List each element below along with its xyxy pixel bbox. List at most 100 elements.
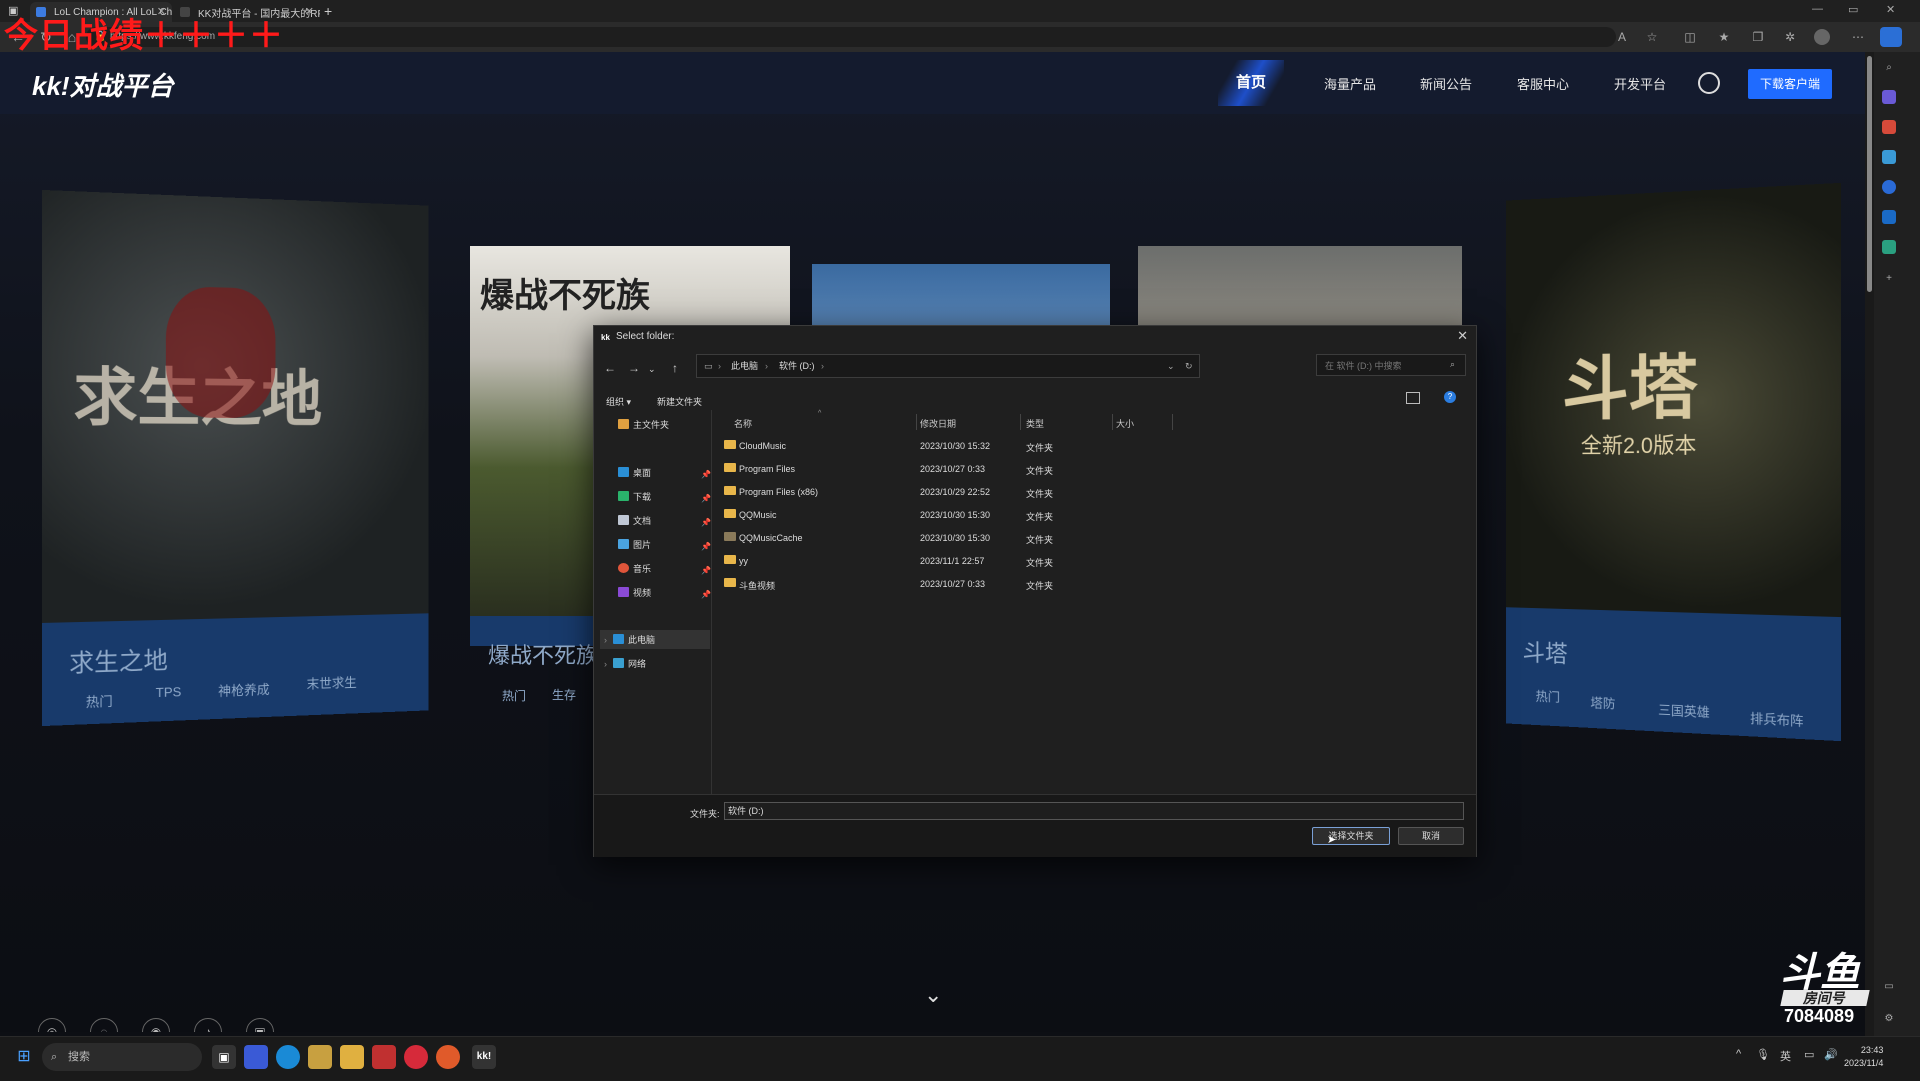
tiktok-icon[interactable]: ♪ <box>194 1018 222 1032</box>
dialog-forward-icon[interactable]: → <box>628 361 640 375</box>
cancel-button[interactable]: 取消 <box>1398 827 1464 845</box>
nav-support[interactable]: 客服中心 <box>1517 74 1569 93</box>
close-window-icon[interactable]: ✕ <box>1886 3 1895 16</box>
split-screen-icon[interactable]: ◫ <box>1682 29 1698 45</box>
minimize-icon[interactable]: — <box>1812 3 1823 15</box>
file-row[interactable]: Program Files 2023/10/27 0:33 文件夹 <box>724 458 1464 481</box>
scroll-down-chevron-icon[interactable]: ⌄ <box>924 982 942 1008</box>
breadcrumb-this-pc[interactable]: 此电脑 <box>731 355 758 377</box>
url-bar[interactable]: 🔒 https://www.kkfeng.com <box>86 27 1616 47</box>
dialog-close-icon[interactable]: ✕ <box>1457 328 1468 344</box>
new-folder-button[interactable]: 新建文件夹 <box>657 395 702 408</box>
sidebar-games-icon[interactable] <box>1882 180 1896 194</box>
column-header-name[interactable]: 名称 <box>734 417 752 430</box>
column-header-type[interactable]: 类型 <box>1026 417 1044 430</box>
column-divider[interactable] <box>1172 414 1173 430</box>
wechat-icon[interactable]: ◎ <box>38 1018 66 1032</box>
column-divider[interactable] <box>916 414 917 430</box>
column-header-modified[interactable]: 修改日期 <box>920 417 956 430</box>
view-options-icon[interactable] <box>1406 392 1420 404</box>
network-icon[interactable]: ▭ <box>1804 1048 1814 1061</box>
nav-home[interactable]: 首页 <box>1218 60 1284 106</box>
search-input[interactable]: 在 软件 (D:) 中搜索 <box>1316 354 1466 376</box>
kk-platform-icon[interactable]: kk! <box>472 1045 496 1069</box>
sidebar-outlook-icon[interactable] <box>1882 210 1896 224</box>
game-card-5[interactable]: 斗塔 全新2.0版本 斗塔 热门 塔防 三国英雄 排兵布阵 <box>1506 183 1841 741</box>
file-row[interactable]: 斗鱼视频 2023/10/27 0:33 文件夹 <box>724 573 1464 596</box>
sidebar-item-this-pc[interactable]: › 此电脑 <box>604 631 655 649</box>
file-row[interactable]: CloudMusic 2023/10/30 15:32 文件夹 <box>724 435 1464 458</box>
file-row[interactable]: Program Files (x86) 2023/10/29 22:52 文件夹 <box>724 481 1464 504</box>
breadcrumb-drive-d[interactable]: 软件 (D:) <box>779 355 815 377</box>
download-client-button[interactable]: 下载客户端 <box>1748 69 1832 99</box>
expand-chevron-icon[interactable]: › <box>604 659 607 669</box>
widgets-icon[interactable] <box>244 1045 268 1069</box>
sidebar-item-network[interactable]: › 网络 <box>604 655 646 673</box>
microphone-icon[interactable]: 🎙 <box>1756 1048 1770 1061</box>
select-folder-button[interactable]: 选择文件夹 <box>1312 827 1390 845</box>
column-divider[interactable] <box>1020 414 1021 430</box>
path-dropdown-icon[interactable]: ⌄ <box>1167 355 1175 377</box>
sidebar-send-icon[interactable] <box>1882 240 1896 254</box>
nav-products[interactable]: 海量产品 <box>1324 74 1376 93</box>
favorites-icon[interactable]: ★ <box>1716 29 1732 45</box>
sidebar-add-icon[interactable]: + <box>1882 272 1896 286</box>
site-logo[interactable]: kk!对战平台 <box>32 66 174 103</box>
close-tab-icon[interactable]: ✕ <box>305 5 314 18</box>
extensions-icon[interactable]: ✲ <box>1782 29 1798 45</box>
column-divider[interactable] <box>1112 414 1113 430</box>
file-row[interactable]: yy 2023/11/1 22:57 文件夹 <box>724 550 1464 573</box>
column-header-size[interactable]: 大小 <box>1116 417 1134 430</box>
help-icon[interactable]: ? <box>1444 391 1456 403</box>
favorite-star-icon[interactable]: ☆ <box>1644 29 1660 45</box>
path-breadcrumb[interactable]: ▭ › 此电脑 › 软件 (D:) › ⌄ ↻ <box>696 354 1200 378</box>
task-view-icon[interactable]: ▣ <box>212 1045 236 1069</box>
sidebar-settings-icon[interactable]: ⚙ <box>1882 1012 1896 1026</box>
sidebar-app-icon[interactable] <box>1882 90 1896 104</box>
app-icon[interactable] <box>436 1045 460 1069</box>
read-aloud-icon[interactable]: A <box>1614 29 1630 45</box>
taskbar-clock[interactable]: 23:43 2023/11/4 <box>1844 1044 1883 1070</box>
new-tab-icon[interactable]: + <box>324 3 332 19</box>
ime-indicator[interactable]: 英 <box>1780 1048 1791 1064</box>
nav-dev-platform[interactable]: 开发平台 <box>1614 74 1666 93</box>
maximize-icon[interactable]: ▭ <box>1848 3 1858 16</box>
sidebar-item-videos[interactable]: 视频 <box>618 584 651 602</box>
collections-icon[interactable]: ❐ <box>1750 29 1766 45</box>
netease-music-icon[interactable] <box>404 1045 428 1069</box>
sidebar-layout-icon[interactable]: ▭ <box>1882 980 1896 994</box>
scrollbar-thumb[interactable] <box>1867 56 1872 292</box>
taskbar-search[interactable]: ⌕ 搜索 <box>42 1043 202 1071</box>
sidebar-item-documents[interactable]: 文档 <box>618 512 651 530</box>
edge-icon[interactable] <box>276 1045 300 1069</box>
sidebar-tools-icon[interactable] <box>1882 150 1896 164</box>
tray-overflow-icon[interactable]: ^ <box>1736 1048 1741 1060</box>
recent-locations-icon[interactable]: ⌄ <box>648 364 656 375</box>
copilot-icon[interactable] <box>1880 27 1902 47</box>
refresh-icon[interactable]: ↻ <box>1185 355 1193 377</box>
sidebar-item-desktop[interactable]: 桌面 <box>618 464 651 482</box>
sidebar-item-home[interactable]: 主文件夹 <box>618 416 669 434</box>
expand-chevron-icon[interactable]: › <box>604 635 607 645</box>
sidebar-item-music[interactable]: 音乐 <box>618 560 651 578</box>
weibo-icon[interactable]: ◉ <box>142 1018 170 1032</box>
qq-game-icon[interactable] <box>340 1045 364 1069</box>
nav-news[interactable]: 新闻公告 <box>1420 74 1472 93</box>
user-account-icon[interactable] <box>1698 72 1720 94</box>
sidebar-item-downloads[interactable]: 下载 <box>618 488 651 506</box>
bilibili-icon[interactable]: ▣ <box>246 1018 274 1032</box>
league-client-icon[interactable] <box>308 1045 332 1069</box>
more-menu-icon[interactable]: ⋯ <box>1850 29 1866 45</box>
start-icon[interactable]: ⊞ <box>12 1045 36 1069</box>
folder-name-input[interactable]: 软件 (D:) <box>724 802 1464 820</box>
sidebar-item-pictures[interactable]: 图片 <box>618 536 651 554</box>
game-app-icon[interactable] <box>372 1045 396 1069</box>
dialog-back-icon[interactable]: ← <box>604 361 616 375</box>
profile-avatar[interactable] <box>1814 29 1830 45</box>
file-row[interactable]: QQMusicCache 2023/10/30 15:30 文件夹 <box>724 527 1464 550</box>
chat-bubble-icon[interactable]: ◌ <box>90 1018 118 1032</box>
organize-menu[interactable]: 组织 ▾ <box>606 395 631 408</box>
volume-icon[interactable]: 🔊 <box>1824 1048 1838 1061</box>
sidebar-search-icon[interactable]: ⌕ <box>1882 61 1896 75</box>
game-card-1[interactable]: 求生之地 求生之地 热门 TPS 神枪养成 末世求生 <box>42 190 429 726</box>
